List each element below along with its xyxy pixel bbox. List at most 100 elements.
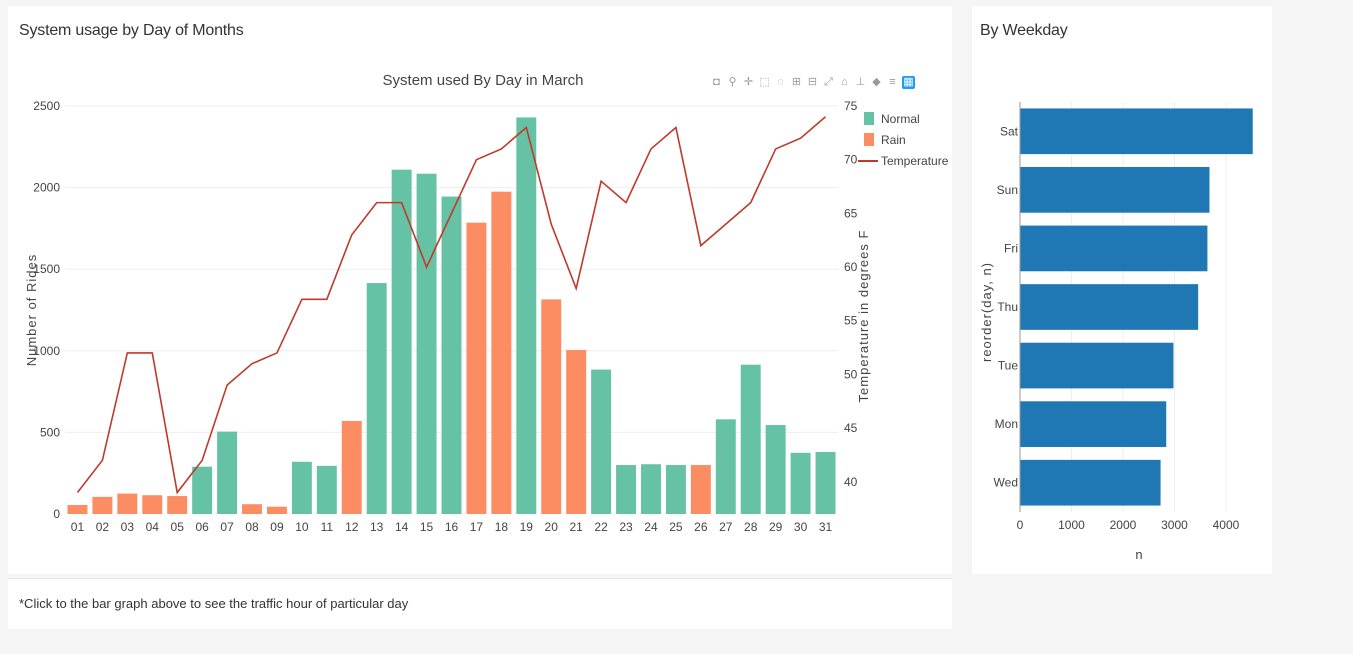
bar-rain-03[interactable]	[117, 493, 138, 514]
bar-normal-28[interactable]	[740, 364, 761, 514]
x-tick-label: 10	[295, 520, 309, 534]
y-tick-label: 0	[53, 507, 60, 521]
x-tick-label: 14	[395, 520, 409, 534]
x-tick-label: 0	[1017, 518, 1024, 532]
x-tick-label: 26	[694, 520, 708, 534]
legend-swatch-normal[interactable]	[864, 112, 874, 125]
instruction-note: *Click to the bar graph above to see the…	[19, 596, 409, 611]
bar-normal-31[interactable]	[815, 451, 836, 514]
bar-weekday-fri[interactable]	[1020, 225, 1208, 272]
y-axis-title: Number of Rides	[24, 254, 39, 367]
bar-weekday-mon[interactable]	[1020, 401, 1167, 447]
x-tick-label: 21	[569, 520, 583, 534]
x-tick-label: 03	[121, 520, 135, 534]
x-tick-label: 23	[619, 520, 633, 534]
x-tick-label: 19	[520, 520, 534, 534]
y2-tick-label: 45	[844, 421, 858, 435]
bar-rain-17[interactable]	[466, 222, 487, 515]
x-tick-label: 01	[71, 520, 85, 534]
x-tick-label: 13	[370, 520, 384, 534]
x-tick-label: 17	[470, 520, 484, 534]
bar-normal-29[interactable]	[765, 425, 786, 514]
x-tick-label: 24	[644, 520, 658, 534]
y-tick-label: Wed	[994, 476, 1018, 490]
legend-swatch-rain[interactable]	[864, 133, 874, 146]
x-tick-label: 09	[270, 520, 284, 534]
y-tick-label: 2500	[33, 99, 60, 113]
bar-rain-26[interactable]	[690, 465, 711, 514]
bar-normal-23[interactable]	[616, 465, 637, 514]
daily-usage-chart[interactable]: System used By Day in March0500100015002…	[8, 6, 952, 566]
bar-rain-04[interactable]	[142, 495, 163, 514]
y2-tick-label: 65	[844, 206, 858, 220]
bar-rain-18[interactable]	[491, 191, 512, 514]
bar-rain-02[interactable]	[92, 496, 113, 514]
bar-normal-06[interactable]	[192, 466, 213, 514]
bar-normal-15[interactable]	[416, 173, 437, 514]
legend-label-temperature[interactable]: Temperature	[881, 154, 949, 168]
bar-weekday-wed[interactable]	[1020, 459, 1161, 506]
x-tick-label: 31	[819, 520, 833, 534]
bar-normal-24[interactable]	[641, 464, 661, 514]
bar-weekday-sat[interactable]	[1020, 108, 1253, 155]
x-tick-label: 3000	[1161, 518, 1188, 532]
bar-rain-21[interactable]	[566, 349, 587, 514]
bar-weekday-thu[interactable]	[1020, 284, 1199, 330]
chart-title: System used By Day in March	[383, 72, 584, 89]
bar-weekday-sun[interactable]	[1020, 167, 1210, 213]
x-tick-label: 2000	[1110, 518, 1137, 532]
bar-normal-22[interactable]	[591, 369, 612, 514]
y-tick-label: Fri	[1004, 241, 1018, 255]
legend-label-rain[interactable]: Rain	[881, 133, 906, 147]
y2-tick-label: 40	[844, 475, 858, 489]
x-tick-label: 18	[495, 520, 509, 534]
x-tick-label: 28	[744, 520, 758, 534]
x-tick-label: 07	[220, 520, 234, 534]
bar-rain-12[interactable]	[341, 420, 362, 514]
legend-label-normal[interactable]: Normal	[881, 112, 920, 126]
x-tick-label: 4000	[1213, 518, 1240, 532]
y-axis-title: reorder(day, n)	[979, 262, 994, 362]
bar-normal-11[interactable]	[316, 465, 337, 514]
x-tick-label: 11	[321, 520, 334, 534]
bar-normal-25[interactable]	[665, 465, 686, 514]
weekday-panel: By Weekday 0 1000 2000 3000 4000 Sat Sun Fri Thu…	[972, 6, 1272, 574]
x-tick-label: 16	[445, 520, 459, 534]
x-tick-label: 25	[669, 520, 683, 534]
bar-rain-08[interactable]	[242, 504, 262, 514]
y-tick-label: 2000	[33, 181, 60, 195]
bar-normal-30[interactable]	[790, 452, 811, 514]
bar-normal-07[interactable]	[217, 431, 238, 514]
y2-axis-title: Temperature in degrees F	[856, 230, 871, 403]
x-tick-label: 1000	[1058, 518, 1085, 532]
weekday-usage-chart[interactable]: 0 1000 2000 3000 4000 Sat Sun Fri Thu Tue Mon Wed n r…	[972, 6, 1272, 566]
day-of-month-panel: System usage by Day of Months ◘ ⚲ ✛ ⬚ ◌ ⊞ ⊟ ⤢ ⌂ ⊥…	[8, 6, 952, 574]
bar-rain-09[interactable]	[266, 506, 287, 514]
bar-rain-05[interactable]	[167, 496, 188, 514]
y-tick-label: Mon	[995, 417, 1018, 431]
x-tick-label: 04	[146, 520, 160, 534]
y-tick-label: 500	[40, 425, 60, 439]
x-tick-label: 15	[420, 520, 434, 534]
bar-normal-27[interactable]	[715, 419, 736, 514]
x-tick-label: 08	[245, 520, 259, 534]
x-tick-label: 29	[769, 520, 783, 534]
bar-normal-13[interactable]	[366, 283, 387, 514]
x-tick-label: 02	[96, 520, 110, 534]
x-tick-label: 22	[594, 520, 608, 534]
x-tick-label: 20	[545, 520, 559, 534]
y-tick-label: Tue	[998, 359, 1019, 373]
y-tick-label: Sat	[1000, 124, 1019, 138]
y-tick-label: Sun	[997, 183, 1018, 197]
y2-tick-label: 70	[844, 153, 858, 167]
bar-weekday-tue[interactable]	[1020, 342, 1174, 389]
bar-rain-20[interactable]	[541, 299, 562, 514]
bar-normal-19[interactable]	[516, 117, 537, 514]
y2-tick-label: 75	[844, 99, 858, 113]
bar-normal-16[interactable]	[441, 196, 462, 515]
bar-normal-10[interactable]	[291, 461, 312, 514]
instruction-note-panel: *Click to the bar graph above to see the…	[8, 578, 952, 629]
bar-rain-01[interactable]	[67, 505, 88, 514]
x-axis-title: n	[1135, 547, 1142, 562]
x-tick-label: 06	[195, 520, 209, 534]
